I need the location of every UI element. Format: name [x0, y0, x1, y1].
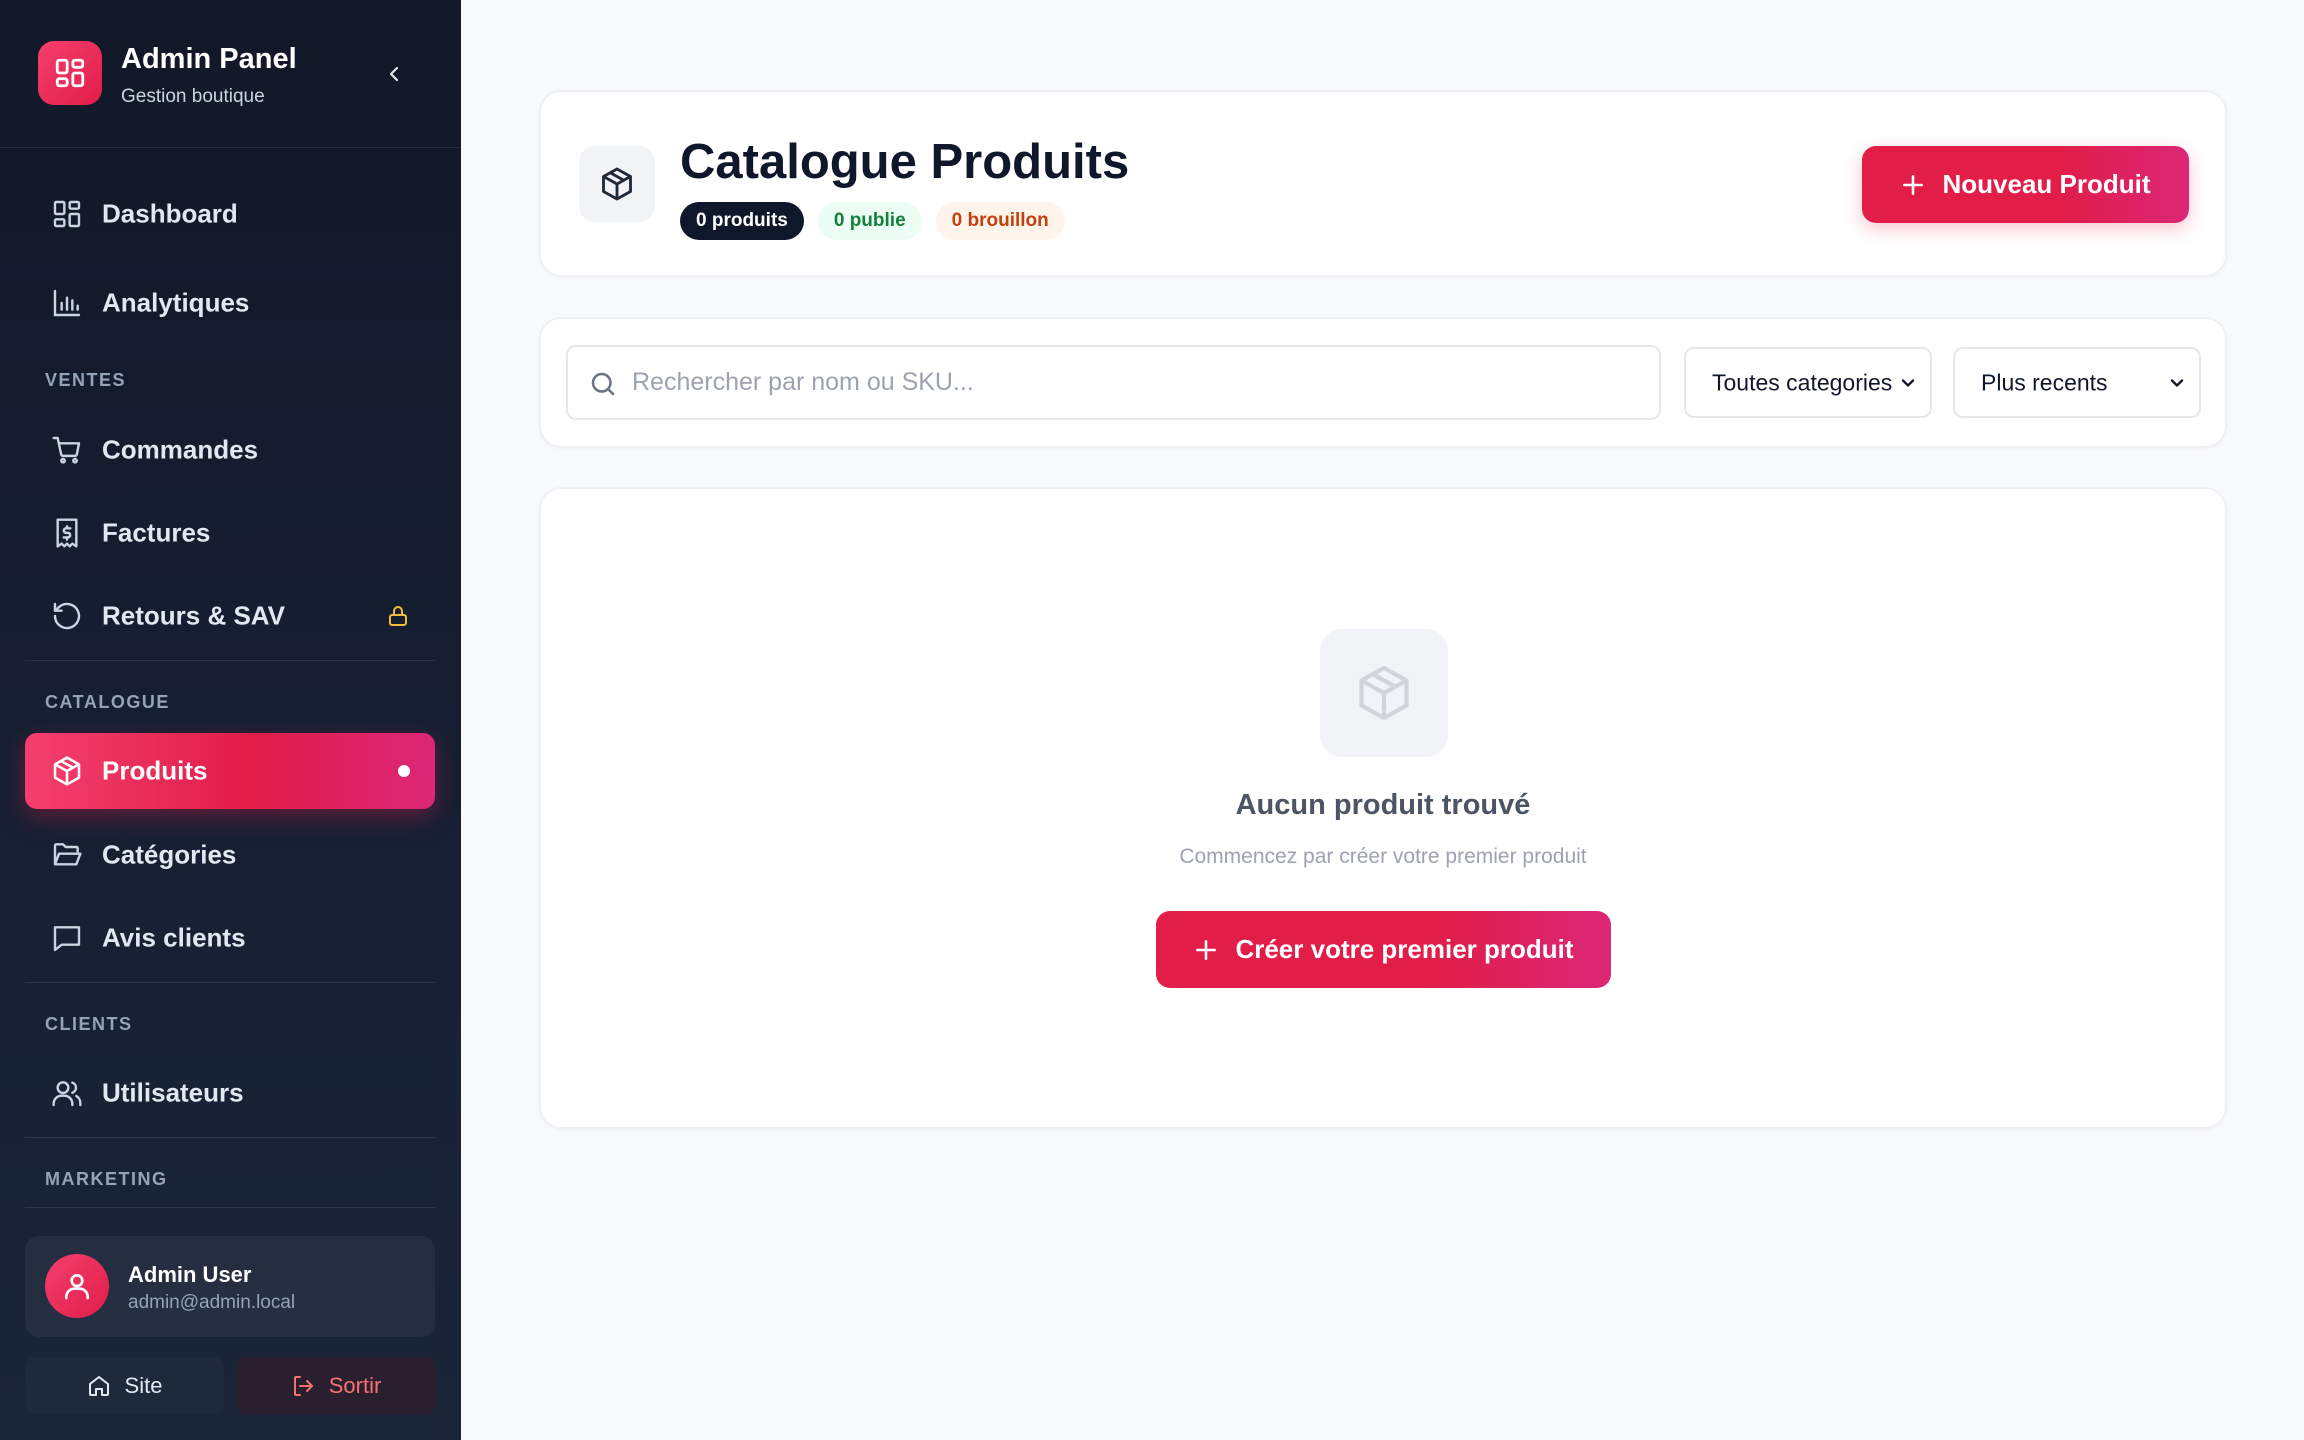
- page-header-icon-box: [579, 146, 655, 222]
- sidebar-item-factures[interactable]: Factures: [25, 495, 435, 571]
- message-square-icon: [53, 926, 81, 952]
- create-first-product-button-label: Créer votre premier produit: [1235, 934, 1574, 964]
- user-email: admin@admin.local: [128, 1292, 296, 1313]
- section-label-ventes: VENTES: [45, 370, 127, 390]
- sidebar-item-label: Utilisateurs: [102, 1077, 244, 1108]
- sidebar: Admin Panel Gestion boutique Dashboard A…: [0, 0, 461, 1440]
- brand-logo-grid-icon: [38, 41, 102, 105]
- brand-title: Admin Panel: [121, 43, 297, 75]
- new-product-button[interactable]: Nouveau Produit: [1862, 146, 2189, 223]
- cart-icon: [52, 436, 81, 464]
- lock-icon: [389, 606, 407, 626]
- sidebar-item-label: Factures: [102, 517, 211, 548]
- search-box[interactable]: [566, 345, 1661, 420]
- category-select-value: Toutes categories: [1712, 369, 1893, 395]
- create-first-product-button[interactable]: Créer votre premier produit: [1156, 911, 1611, 988]
- chevron-down-icon: [1901, 378, 1915, 387]
- sidebar-divider: [25, 1207, 435, 1208]
- sidebar-item-label: Avis clients: [102, 922, 246, 953]
- sidebar-item-dashboard[interactable]: Dashboard: [25, 176, 435, 252]
- plus-icon: [1196, 939, 1217, 960]
- sidebar-item-avis-clients[interactable]: Avis clients: [25, 900, 435, 976]
- avatar: [45, 1254, 109, 1318]
- empty-state-title: Aucun produit trouvé: [1235, 789, 1531, 821]
- page-title: Catalogue Produits: [680, 135, 1130, 189]
- sidebar-item-label: Dashboard: [102, 198, 238, 229]
- invoice-icon: [56, 518, 78, 548]
- sidebar-item-label: Commandes: [102, 434, 259, 465]
- sidebar-item-categories[interactable]: Catégories: [25, 817, 435, 893]
- section-label-clients: CLIENTS: [45, 1014, 133, 1034]
- box-icon: [1359, 665, 1409, 721]
- sidebar-item-label: Analytiques: [102, 287, 250, 318]
- collapse-sidebar-button[interactable]: [376, 56, 412, 92]
- sidebar-item-produits[interactable]: Produits: [25, 733, 435, 809]
- site-button[interactable]: Site: [25, 1357, 224, 1414]
- search-icon: [591, 372, 615, 396]
- box-icon: [53, 756, 81, 786]
- folder-open-icon: [53, 843, 82, 866]
- empty-state-card: Aucun produit trouvé Commencez par créer…: [539, 487, 2227, 1129]
- sidebar-item-retours-sav[interactable]: Retours & SAV: [25, 578, 435, 654]
- sidebar-item-analytiques[interactable]: Analytiques: [25, 265, 435, 341]
- brand-header: Admin Panel Gestion boutique: [0, 0, 461, 148]
- users-icon: [52, 1081, 82, 1107]
- sidebar-item-utilisateurs[interactable]: Utilisateurs: [25, 1055, 435, 1131]
- sidebar-item-label: Retours & SAV: [102, 600, 285, 631]
- sidebar-divider: [25, 660, 435, 661]
- category-select[interactable]: Toutes categories: [1684, 347, 1932, 418]
- empty-state-subtitle: Commencez par créer votre premier produi…: [1179, 845, 1587, 868]
- logout-button[interactable]: Sortir: [237, 1357, 435, 1414]
- user-name: Admin User: [128, 1262, 252, 1287]
- bar-chart-icon: [53, 289, 81, 317]
- section-label-marketing: MARKETING: [45, 1169, 168, 1189]
- box-icon: [602, 167, 632, 201]
- sidebar-item-commandes[interactable]: Commandes: [25, 412, 435, 488]
- sidebar-item-label: Catégories: [102, 839, 237, 870]
- chevron-left-icon: [389, 66, 399, 82]
- product-count-badge: 0 produits: [680, 202, 804, 240]
- sidebar-divider: [25, 1137, 435, 1138]
- site-button-label: Site: [124, 1372, 163, 1398]
- status-badges: 0 produits 0 publie 0 brouillon: [680, 202, 1065, 240]
- sort-select-value: Plus recents: [1981, 369, 2108, 395]
- logout-button-label: Sortir: [328, 1372, 382, 1398]
- section-label-catalogue: CATALOGUE: [45, 692, 170, 712]
- draft-count-badge: 0 brouillon: [935, 202, 1065, 240]
- rotate-ccw-icon: [53, 602, 81, 630]
- chevron-down-icon: [2170, 378, 2184, 387]
- home-icon: [88, 1375, 109, 1396]
- filter-bar-card: Toutes categories Plus recents: [539, 317, 2227, 448]
- published-count-badge: 0 publie: [817, 202, 922, 240]
- plus-icon: [1903, 174, 1924, 195]
- new-product-button-label: Nouveau Produit: [1942, 169, 2151, 199]
- grid-icon: [53, 200, 81, 228]
- empty-state-icon-box: [1320, 629, 1448, 757]
- brand-subtitle: Gestion boutique: [121, 86, 265, 107]
- sidebar-item-label: Produits: [102, 755, 208, 786]
- user-icon: [65, 1274, 89, 1300]
- sidebar-divider: [25, 982, 435, 983]
- page-header-card: Catalogue Produits 0 produits 0 publie 0…: [539, 90, 2227, 277]
- log-out-icon: [293, 1375, 313, 1396]
- active-indicator-dot: [398, 765, 410, 777]
- user-card: Admin User admin@admin.local: [25, 1236, 435, 1337]
- sort-select[interactable]: Plus recents: [1953, 347, 2201, 418]
- search-input[interactable]: [632, 347, 1642, 418]
